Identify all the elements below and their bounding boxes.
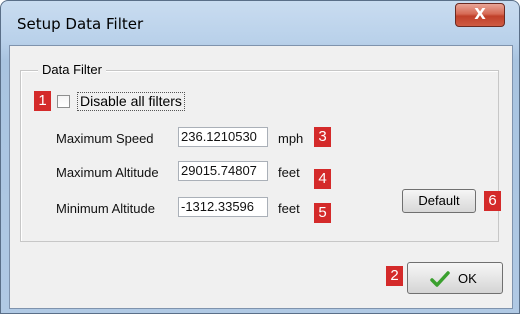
annotation-marker-3: 3 — [314, 127, 331, 147]
max-speed-label: Maximum Speed — [56, 131, 154, 146]
ok-button-label: OK — [458, 271, 477, 286]
window-title: Setup Data Filter — [17, 15, 144, 33]
max-speed-input[interactable]: 236.1210530 — [178, 127, 268, 147]
group-label: Data Filter — [38, 62, 106, 77]
min-altitude-input[interactable]: -1312.33596 — [178, 197, 268, 217]
max-altitude-unit: feet — [278, 165, 300, 180]
default-button-label: Default — [418, 193, 460, 208]
annotation-marker-1: 1 — [34, 91, 51, 111]
min-altitude-label: Minimum Altitude — [56, 201, 155, 216]
annotation-marker-2: 2 — [386, 266, 403, 286]
annotation-marker-4: 4 — [314, 169, 331, 189]
max-speed-unit: mph — [278, 131, 304, 146]
close-button[interactable]: X — [455, 3, 505, 27]
min-altitude-unit: feet — [278, 201, 300, 216]
title-bar[interactable]: Setup Data Filter X — [1, 1, 519, 45]
ok-button[interactable]: OK — [407, 262, 503, 294]
default-button[interactable]: Default — [402, 189, 476, 213]
annotation-marker-5: 5 — [314, 203, 331, 223]
checkmark-icon — [430, 271, 450, 287]
max-altitude-input[interactable]: 29015.74807 — [178, 161, 268, 181]
disable-filters-checkbox[interactable] — [57, 95, 70, 108]
annotation-marker-6: 6 — [484, 191, 501, 211]
disable-filters-label[interactable]: Disable all filters — [77, 92, 185, 111]
close-icon: X — [474, 5, 486, 23]
max-altitude-label: Maximum Altitude — [56, 165, 159, 180]
